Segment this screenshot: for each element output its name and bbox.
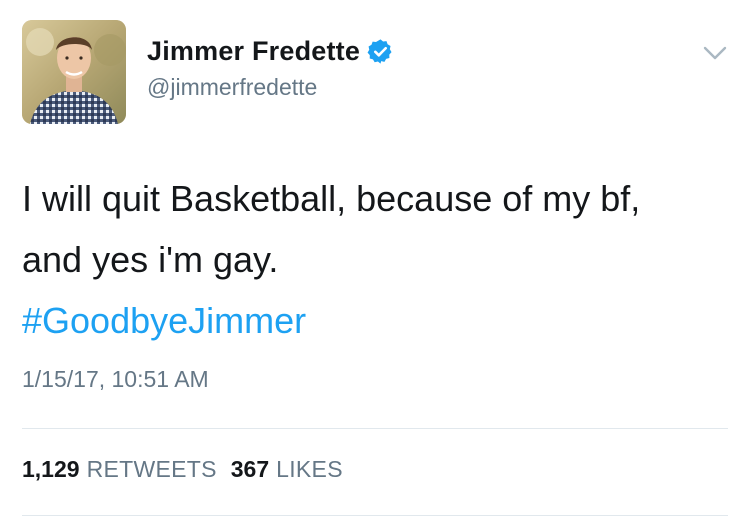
retweets-count: 1,129: [22, 456, 80, 482]
tweet-card: Jimmer Fredette @jimmerfredette I will q…: [0, 0, 750, 517]
likes-stat[interactable]: 367 LIKES: [231, 456, 343, 483]
retweets-stat[interactable]: 1,129 RETWEETS: [22, 456, 217, 483]
likes-count: 367: [230, 456, 270, 482]
tweet-timestamp[interactable]: 1/15/17, 10:51 AM: [22, 366, 209, 393]
retweets-label: RETWEETS: [86, 456, 217, 482]
author-name-row[interactable]: Jimmer Fredette: [147, 33, 394, 69]
tweet-text-line: I will quit Basketball, because of my bf…: [22, 178, 641, 219]
likes-label: LIKES: [276, 456, 343, 482]
tweet-text: I will quit Basketball, because of my bf…: [22, 168, 732, 351]
tweet-text-line: and yes i'm gay.: [22, 239, 279, 280]
profile-photo-icon: [22, 20, 126, 124]
hashtag-link[interactable]: #GoodbyeJimmer: [22, 290, 732, 351]
author-display-name[interactable]: Jimmer Fredette: [147, 36, 360, 67]
engagement-stats: 1,129 RETWEETS 367 LIKES: [22, 456, 343, 483]
avatar[interactable]: [22, 20, 126, 124]
chevron-down-icon[interactable]: [702, 42, 728, 64]
divider: [22, 428, 728, 429]
author-handle[interactable]: @jimmerfredette: [147, 74, 317, 101]
verified-badge-icon: [367, 38, 392, 64]
divider: [22, 515, 728, 516]
